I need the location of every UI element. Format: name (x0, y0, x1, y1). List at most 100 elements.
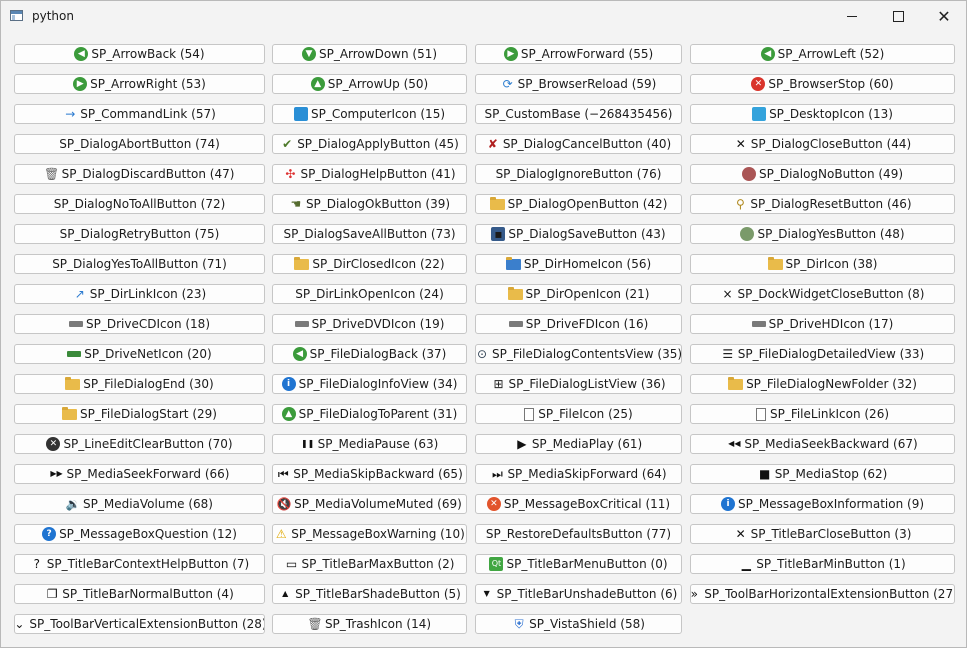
style-icon-button[interactable]: × SP_DockWidgetCloseButton (8) (690, 284, 955, 304)
style-icon-button[interactable]: ? SP_TitleBarContextHelpButton (7) (14, 554, 265, 574)
style-icon-button[interactable]: ▲ SP_ArrowUp (50) (272, 74, 467, 94)
style-icon-button[interactable]: SP_DirClosedIcon (22) (272, 254, 467, 274)
style-icon-button[interactable]: » SP_ToolBarHorizontalExtensionButton (27… (690, 584, 955, 604)
style-icon-button[interactable]: SP_DriveDVDIcon (19) (272, 314, 467, 334)
button-label: SP_DialogSaveAllButton (73) (283, 227, 456, 241)
style-icon-button[interactable]: ▼ SP_ArrowDown (51) (272, 44, 467, 64)
broom-icon: ⚲ (735, 197, 745, 211)
style-icon-button[interactable]: SP_DialogSaveAllButton (73) (272, 224, 467, 244)
button-label: SP_TrashIcon (14) (324, 617, 432, 631)
double-chevron-down-icon: ⌄ (14, 617, 25, 631)
close-button[interactable]: ✕ (921, 1, 967, 32)
style-icon-button[interactable]: ◀ SP_ArrowLeft (52) (690, 44, 955, 64)
style-icon-button[interactable]: ⏮ SP_MediaSkipBackward (65) (272, 464, 467, 484)
style-icon-button[interactable]: SP_DirIcon (38) (690, 254, 955, 274)
style-icon-button[interactable]: ▶ SP_MediaPlay (61) (475, 434, 682, 454)
style-icon-button[interactable]: SP_FileDialogStart (29) (14, 404, 265, 424)
style-icon-button[interactable]: SP_DialogRetryButton (75) (14, 224, 265, 244)
arrow-right-green-icon: ▶ (503, 47, 518, 61)
style-icon-button[interactable]: 🗑 SP_TrashIcon (14) (272, 614, 467, 634)
style-icon-button[interactable]: ◀ SP_ArrowBack (54) (14, 44, 265, 64)
style-icon-button[interactable]: ✘ SP_DialogCancelButton (40) (475, 134, 682, 154)
style-icon-button[interactable]: ◀◀ SP_MediaSeekBackward (67) (690, 434, 955, 454)
style-icon-button[interactable]: ⌄ SP_ToolBarVerticalExtensionButton (28) (14, 614, 265, 634)
style-icon-button[interactable]: SP_FileIcon (25) (475, 404, 682, 424)
style-icon-button[interactable]: ? SP_MessageBoxQuestion (12) (14, 524, 265, 544)
style-icon-button[interactable]: ▪ SP_DialogSaveButton (43) (475, 224, 682, 244)
style-icon-button[interactable]: SP_FileLinkIcon (26) (690, 404, 955, 424)
style-icon-button[interactable]: Qt SP_TitleBarMenuButton (0) (475, 554, 682, 574)
style-icon-button[interactable]: SP_DriveCDIcon (18) (14, 314, 265, 334)
style-icon-button[interactable]: SP_RestoreDefaultsButton (77) (475, 524, 682, 544)
style-icon-button[interactable]: ⚠ SP_MessageBoxWarning (10) (272, 524, 467, 544)
style-icon-button[interactable]: ▭ SP_TitleBarMaxButton (2) (272, 554, 467, 574)
style-icon-button[interactable]: SP_DriveFDIcon (16) (475, 314, 682, 334)
skip-backward-icon: ⏮ (277, 467, 289, 481)
button-label: SP_RestoreDefaultsButton (77) (485, 527, 672, 541)
style-icon-button[interactable]: 🔇 SP_MediaVolumeMuted (69) (272, 494, 467, 514)
style-icon-button[interactable]: ⟳ SP_BrowserReload (59) (475, 74, 682, 94)
maximize-button[interactable] (875, 1, 921, 32)
style-icon-button[interactable]: SP_DriveNetIcon (20) (14, 344, 265, 364)
style-icon-button[interactable]: ☰ SP_FileDialogDetailedView (33) (690, 344, 955, 364)
drive-cd-icon (69, 321, 83, 327)
style-icon-button[interactable]: → SP_CommandLink (57) (14, 104, 265, 124)
style-icon-button[interactable]: ▲ SP_TitleBarShadeButton (5) (272, 584, 467, 604)
style-icon-button[interactable]: ❚❚ SP_MediaPause (63) (272, 434, 467, 454)
button-label: SP_FileDialogToParent (31) (298, 407, 458, 421)
style-icon-button[interactable]: ⛨ SP_VistaShield (58) (475, 614, 682, 634)
style-icon-button[interactable]: 🗑 SP_DialogDiscardButton (47) (14, 164, 265, 184)
style-icon-button[interactable]: SP_ComputerIcon (15) (272, 104, 467, 124)
style-icon-button[interactable]: i SP_FileDialogInfoView (34) (272, 374, 467, 394)
style-icon-button[interactable]: ▲ SP_FileDialogToParent (31) (272, 404, 467, 424)
style-icon-button[interactable]: ✣ SP_DialogHelpButton (41) (272, 164, 467, 184)
style-icon-button[interactable]: SP_FileDialogNewFolder (32) (690, 374, 955, 394)
button-label: SP_DialogResetButton (46) (750, 197, 912, 211)
style-icon-button[interactable]: ▁ SP_TitleBarMinButton (1) (690, 554, 955, 574)
style-icon-button[interactable]: SP_CustomBase (−268435456) (475, 104, 682, 124)
style-icon-button[interactable]: ⚲ SP_DialogResetButton (46) (690, 194, 955, 214)
style-icon-button[interactable]: 🔉 SP_MediaVolume (68) (14, 494, 265, 514)
style-icon-button[interactable]: ✕ SP_LineEditClearButton (70) (14, 434, 265, 454)
style-icon-button[interactable]: ❐ SP_TitleBarNormalButton (4) (14, 584, 265, 604)
style-icon-button[interactable]: SP_DialogIgnoreButton (76) (475, 164, 682, 184)
style-icon-button[interactable]: ◀ SP_FileDialogBack (37) (272, 344, 467, 364)
style-icon-button[interactable]: SP_FileDialogEnd (30) (14, 374, 265, 394)
button-label: SP_LineEditClearButton (70) (63, 437, 233, 451)
style-icon-button[interactable]: SP_DesktopIcon (13) (690, 104, 955, 124)
style-icon-button[interactable]: ▶ SP_ArrowForward (55) (475, 44, 682, 64)
style-icon-button[interactable]: ▶▶ SP_MediaSeekForward (66) (14, 464, 265, 484)
style-icon-button[interactable]: ■ SP_MediaStop (62) (690, 464, 955, 484)
lifebuoy-icon: ✣ (285, 167, 296, 181)
minimize-button[interactable] (829, 1, 875, 32)
style-icon-button[interactable]: ⊙ SP_FileDialogContentsView (35) (475, 344, 682, 364)
style-icon-button[interactable]: ▶ SP_ArrowRight (53) (14, 74, 265, 94)
style-icon-button[interactable]: SP_DirHomeIcon (56) (475, 254, 682, 274)
button-label: SP_TitleBarShadeButton (5) (295, 587, 461, 601)
style-icon-button[interactable]: SP_DirOpenIcon (21) (475, 284, 682, 304)
style-icon-button[interactable]: SP_DialogYesToAllButton (71) (14, 254, 265, 274)
button-label: SP_MediaSkipForward (64) (507, 467, 667, 481)
small-close-icon: × (722, 287, 733, 301)
style-icon-button[interactable]: ☚ SP_DialogOkButton (39) (272, 194, 467, 214)
style-icon-button[interactable]: i SP_MessageBoxInformation (9) (690, 494, 955, 514)
style-icon-button[interactable]: ✕ SP_DialogCloseButton (44) (690, 134, 955, 154)
style-icon-button[interactable]: SP_DialogOpenButton (42) (475, 194, 682, 214)
style-icon-button[interactable]: SP_DialogNoToAllButton (72) (14, 194, 265, 214)
skip-forward-icon: ⏭ (492, 467, 503, 481)
style-icon-button[interactable]: SP_DriveHDIcon (17) (690, 314, 955, 334)
style-icon-button[interactable]: SP_DialogYesButton (48) (690, 224, 955, 244)
style-icon-button[interactable]: ✕ SP_MessageBoxCritical (11) (475, 494, 682, 514)
style-icon-button[interactable]: ✕ SP_TitleBarCloseButton (3) (690, 524, 955, 544)
style-icon-button[interactable]: SP_DialogAbortButton (74) (14, 134, 265, 154)
style-icon-button[interactable]: ↗ SP_DirLinkIcon (23) (14, 284, 265, 304)
style-icon-button[interactable]: ⊞ SP_FileDialogListView (36) (475, 374, 682, 394)
button-label: SP_TitleBarMenuButton (0) (506, 557, 668, 571)
style-icon-button[interactable]: SP_DialogNoButton (49) (690, 164, 955, 184)
style-icon-button[interactable]: ✔ SP_DialogApplyButton (45) (272, 134, 467, 154)
style-icon-button[interactable]: ⏭ SP_MediaSkipForward (64) (475, 464, 682, 484)
style-icon-button[interactable]: SP_DirLinkOpenIcon (24) (272, 284, 467, 304)
style-icon-button[interactable]: ▼ SP_TitleBarUnshadeButton (6) (475, 584, 682, 604)
style-icon-button[interactable]: ✕ SP_BrowserStop (60) (690, 74, 955, 94)
clear-circle-icon: ✕ (46, 437, 61, 451)
